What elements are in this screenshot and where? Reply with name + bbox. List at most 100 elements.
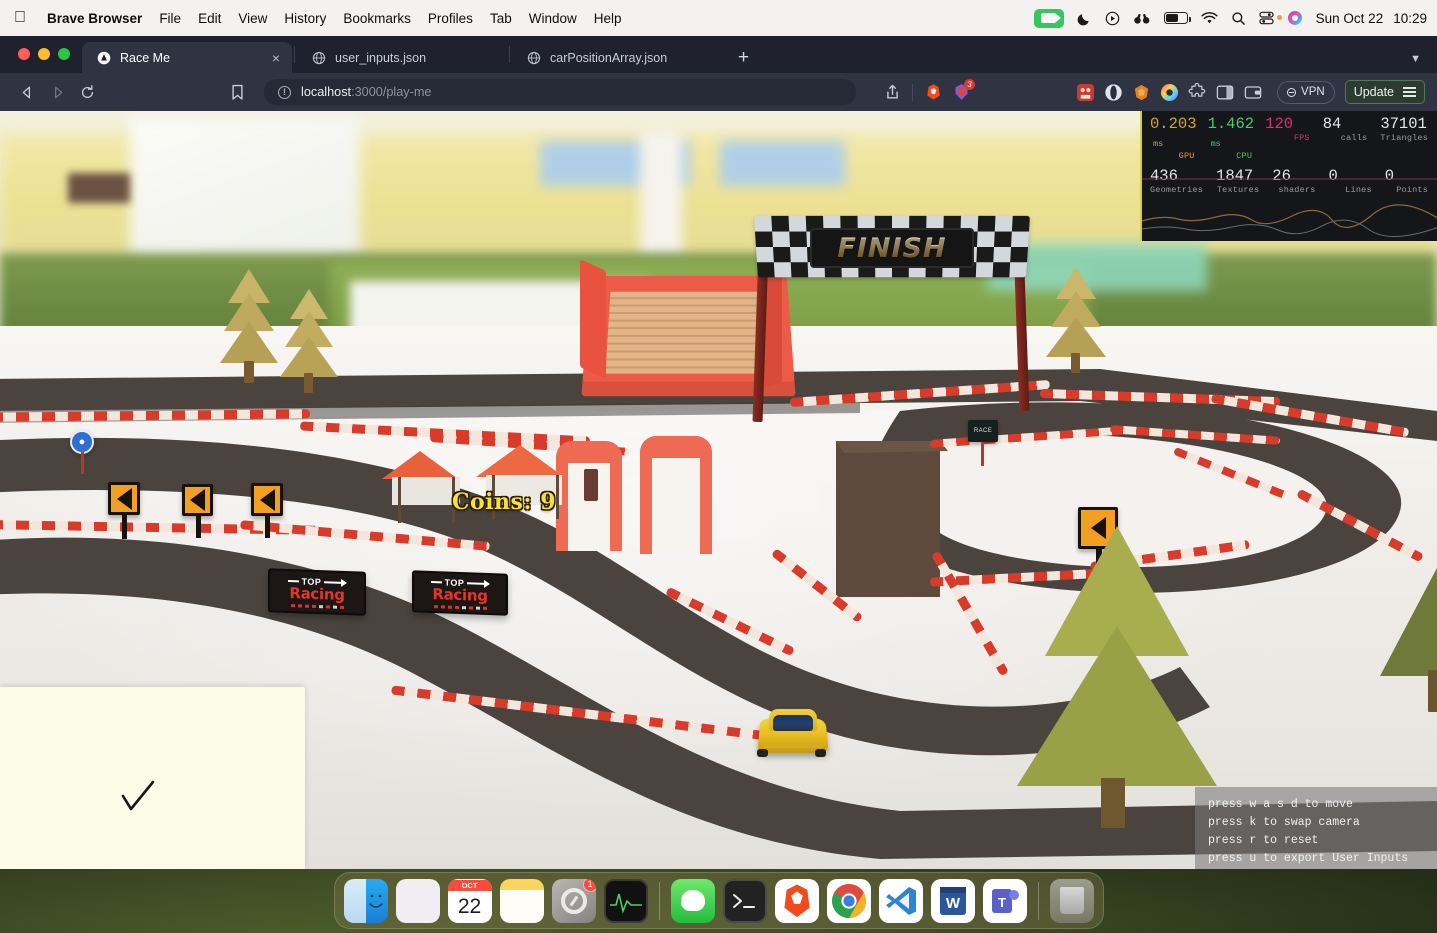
dock-separator — [658, 881, 660, 920]
dock-item-terminal[interactable] — [722, 878, 767, 923]
brave-triangle-icon — [96, 50, 111, 65]
tab-label: Race Me — [120, 50, 171, 65]
dock-item-launchpad[interactable] — [395, 878, 440, 923]
menu-item-history[interactable]: History — [284, 11, 326, 26]
car-windshield — [773, 715, 813, 731]
do-not-disturb-moon-icon[interactable] — [1077, 11, 1092, 26]
billboard-bottom-label: Racing — [432, 584, 488, 605]
toolbar-divider — [912, 83, 914, 101]
brave-lion-icon[interactable] — [919, 78, 947, 106]
dock-item-word[interactable]: W — [930, 878, 975, 923]
performance-stats-panel[interactable]: 0.203 ms GPU 1.462 ms CPU 120 FPS 84 calls… — [1140, 111, 1437, 241]
hamburger-menu-icon[interactable] — [1403, 87, 1416, 97]
dock-item-messages[interactable] — [670, 878, 715, 923]
dock-item-vscode[interactable] — [878, 878, 923, 923]
back-arrow-icon[interactable] — [12, 78, 42, 106]
new-tab-button[interactable]: + — [738, 48, 749, 67]
url-host: localhost — [301, 85, 352, 99]
dock-item-chrome[interactable] — [826, 878, 871, 923]
dock-item-notes[interactable] — [499, 878, 544, 923]
close-window-button[interactable] — [18, 48, 30, 60]
tab-label: user_inputs.json — [335, 50, 427, 65]
sidebar-panel-icon[interactable] — [1211, 78, 1239, 106]
globe-icon — [526, 50, 541, 65]
tab-race-me[interactable]: Race Me × — [82, 42, 292, 73]
site-info-icon[interactable]: ! — [278, 85, 291, 99]
stat-fps: 120 FPS — [1259, 111, 1317, 163]
spotlight-search-icon[interactable] — [1231, 11, 1246, 26]
wallet-icon[interactable] — [1239, 78, 1267, 106]
menu-item-edit[interactable]: Edit — [198, 11, 221, 26]
sign-post — [81, 452, 84, 474]
maximize-window-button[interactable] — [58, 48, 70, 60]
menu-item-window[interactable]: Window — [529, 11, 577, 26]
update-label: Update — [1353, 85, 1394, 99]
menu-item-view[interactable]: View — [238, 11, 267, 26]
sign-post — [122, 515, 127, 539]
dock-item-teams[interactable]: T — [982, 878, 1027, 923]
update-button[interactable]: Update — [1344, 80, 1425, 104]
finish-line-gantry: FINISH — [748, 206, 1038, 423]
menubar-date[interactable]: Sun Oct 22 — [1316, 11, 1384, 26]
opera-wallet-icon[interactable] — [1099, 78, 1127, 106]
note-overlay-panel[interactable] — [0, 687, 305, 869]
bookmark-icon[interactable] — [230, 84, 245, 101]
minimize-window-button[interactable] — [38, 48, 50, 60]
siri-icon[interactable] — [1287, 10, 1303, 26]
close-icon[interactable]: × — [270, 51, 282, 65]
dock-item-finder[interactable] — [343, 878, 388, 923]
vpn-label: VPN — [1301, 86, 1325, 98]
reload-icon[interactable] — [72, 78, 102, 106]
menu-item-profiles[interactable]: Profiles — [428, 11, 473, 26]
sponsor-board-sign: RACE — [968, 420, 998, 442]
dock-item-calendar[interactable]: OCT 22 — [447, 878, 492, 923]
menu-item-tab[interactable]: Tab — [490, 11, 512, 26]
red-puzzle-extension-icon-2[interactable] — [1071, 78, 1099, 106]
control-center-icon[interactable] — [1259, 11, 1282, 25]
stat-label: CPU — [1236, 151, 1253, 161]
track-arch-gate-2 — [640, 436, 712, 554]
address-bar[interactable]: ! localhost:3000/play-me — [264, 79, 856, 105]
globe-icon — [311, 50, 326, 65]
billboard-top-racing-1: TOP Racing — [268, 568, 366, 616]
tab-user-inputs-json[interactable]: user_inputs.json — [297, 42, 507, 73]
checkmark-stroke-icon — [121, 780, 155, 811]
extensions-puzzle-icon[interactable] — [1183, 78, 1211, 106]
game-canvas[interactable]: FINISH ● RACE TOP Racing TOP Racing Coin… — [0, 111, 1437, 869]
dock-item-brave[interactable] — [774, 878, 819, 923]
stat-cpu: 1.462 ms CPU — [1202, 111, 1260, 163]
menu-item-bookmarks[interactable]: Bookmarks — [343, 11, 411, 26]
macos-menu-bar:  Brave Browser File Edit View History B… — [0, 0, 1437, 36]
vpn-button[interactable]: VPN — [1277, 80, 1335, 104]
apple-logo-icon[interactable]:  — [14, 10, 26, 26]
menubar-time[interactable]: 10:29 — [1393, 11, 1427, 26]
rainbow-wallet-icon[interactable] — [1155, 78, 1183, 106]
macos-dock[interactable]: OCT 22 1 W T — [333, 872, 1104, 929]
metamask-fox-icon[interactable] — [1127, 78, 1155, 106]
wifi-icon[interactable] — [1201, 11, 1218, 25]
menu-item-file[interactable]: File — [159, 11, 181, 26]
chevron-down-icon[interactable]: ▼ — [1410, 53, 1421, 65]
stat-label: calls — [1340, 133, 1368, 143]
tab-car-position-array-json[interactable]: carPositionArray.json — [512, 42, 722, 73]
car-wheel — [815, 749, 826, 757]
dock-item-trash[interactable] — [1049, 878, 1094, 923]
share-icon[interactable] — [878, 78, 906, 106]
battery-icon[interactable] — [1163, 12, 1191, 24]
screen-recording-icon[interactable] — [1033, 8, 1064, 28]
binoculars-icon[interactable] — [1133, 12, 1151, 25]
chevron-left-warning-sign — [108, 482, 140, 515]
red-puzzle-extension-icon[interactable]: 3 — [947, 78, 976, 106]
car-wheel — [757, 749, 768, 757]
dock-item-activity-monitor[interactable] — [603, 878, 648, 923]
sign-post — [265, 516, 270, 538]
dock-item-system-settings[interactable]: 1 — [551, 878, 596, 923]
stat-label: FPS — [1293, 133, 1310, 143]
menu-item-help[interactable]: Help — [594, 11, 622, 26]
menu-app-name[interactable]: Brave Browser — [47, 11, 142, 26]
now-playing-icon[interactable] — [1105, 11, 1120, 26]
window-traffic-lights[interactable] — [18, 48, 70, 60]
forward-arrow-icon[interactable] — [42, 78, 72, 106]
stat-value: 37101 — [1380, 115, 1427, 133]
extension-badge-count: 3 — [964, 79, 976, 90]
